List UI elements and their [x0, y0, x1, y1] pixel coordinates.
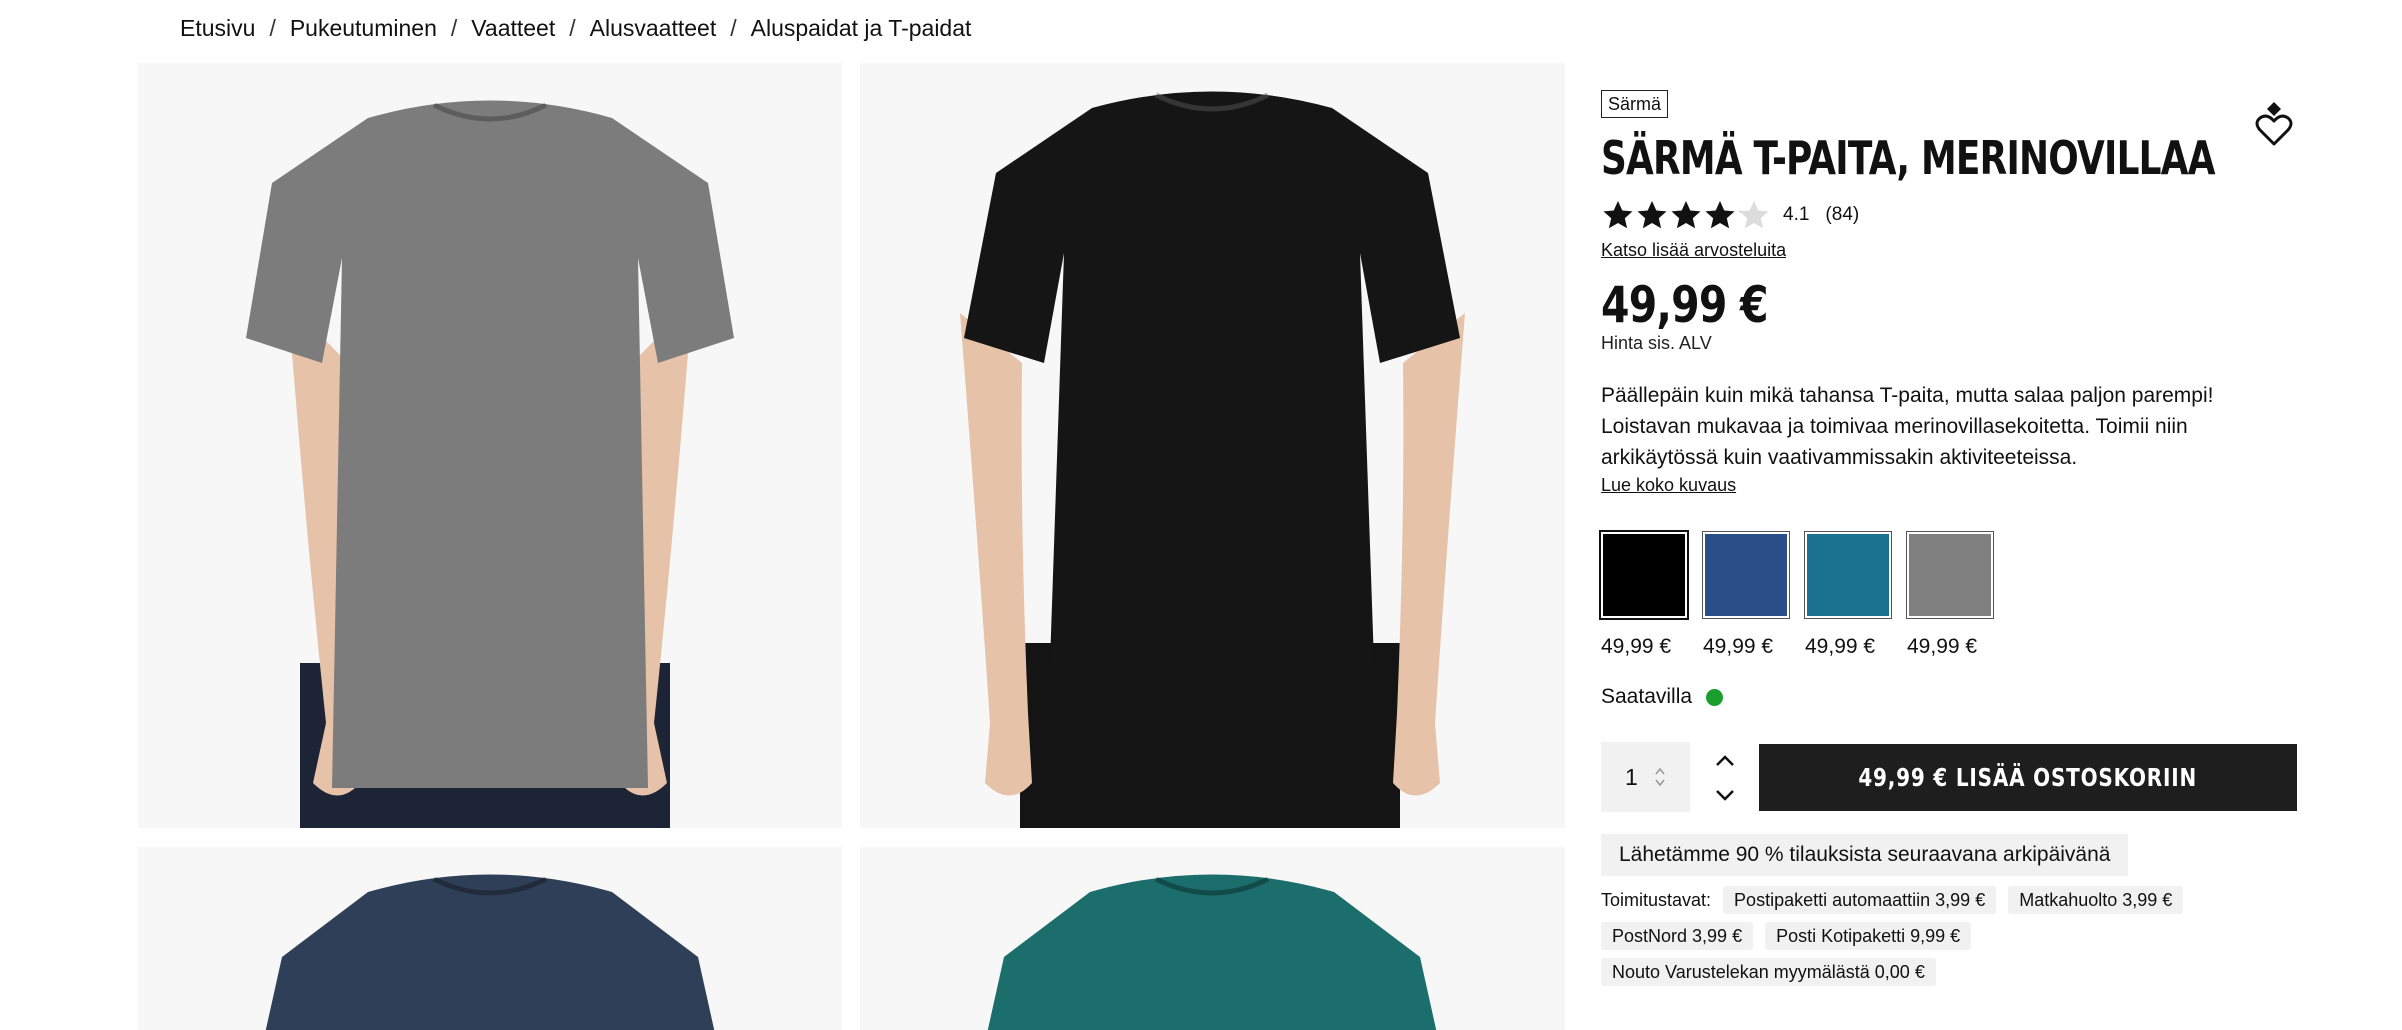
quantity-increase-button[interactable] — [1711, 748, 1739, 774]
product-price: 49,99 € — [1601, 276, 1769, 334]
chevron-down-icon — [1716, 790, 1734, 801]
delivery-methods: Toimitustavat: Postipaketti automaattiin… — [1601, 886, 2301, 994]
availability-label: Saatavilla — [1601, 685, 1693, 708]
brand-badge[interactable]: Särmä — [1601, 90, 1669, 118]
breadcrumb-home[interactable]: Etusivu — [180, 15, 255, 42]
product-description: Päällepäin kuin mikä tahansa T-paita, mu… — [1601, 384, 2214, 469]
variant-blue: 49,99 € — [1702, 531, 1790, 659]
tshirt-model-image — [960, 91, 1465, 828]
star-icon — [1603, 201, 1633, 229]
add-to-cart-button[interactable]: 49,99 € LISÄÄ OSTOSKORIIN — [1759, 744, 2297, 811]
product-image-grey[interactable] — [138, 63, 842, 828]
add-to-cart-label: 49,99 € LISÄÄ OSTOSKORIIN — [1858, 763, 2198, 792]
star-rating[interactable] — [1601, 199, 1771, 231]
delivery-row: Nouto Varustelekan myymälästä 0,00 € — [1601, 958, 2301, 986]
tshirt-model-image — [265, 874, 715, 1030]
variant-grey: 49,99 € — [1906, 531, 1994, 659]
star-icon — [1705, 201, 1735, 229]
breadcrumb-garments[interactable]: Vaatteet — [471, 15, 555, 42]
color-swatch-teal[interactable] — [1804, 531, 1892, 619]
chevron-up-icon — [1716, 755, 1734, 766]
product-info-panel: Särmä SÄRMÄ T-PAITA, MERINOVILLAA 4.1 (8… — [1599, 90, 2297, 709]
color-swatch-black[interactable] — [1599, 530, 1689, 620]
breadcrumb-tshirts[interactable]: Aluspaidat ja T-paidat — [751, 15, 972, 42]
star-icon — [1671, 201, 1701, 229]
color-variants: 49,99 € 49,99 € 49,99 € 49,99 € — [1599, 530, 2297, 659]
delivery-option: Posti Kotipaketti 9,99 € — [1765, 922, 1972, 950]
star-icon — [1637, 201, 1667, 229]
delivery-option: Matkahuolto 3,99 € — [2008, 886, 2184, 914]
breadcrumb-clothing[interactable]: Pukeutuminen — [290, 15, 437, 42]
swatch-color — [1603, 534, 1685, 616]
breadcrumb-separator: / — [269, 14, 276, 41]
delivery-option: PostNord 3,99 € — [1601, 922, 1754, 950]
quantity-decrease-button[interactable] — [1711, 782, 1739, 808]
add-to-cart-row: 1 49,99 € LISÄÄ OSTOSKORIIN — [1601, 742, 2297, 812]
product-image-navy[interactable] — [138, 847, 842, 1030]
breadcrumb-separator: / — [450, 14, 458, 41]
variant-price: 49,99 € — [1601, 635, 1672, 658]
swatch-color — [1705, 534, 1787, 616]
breadcrumb-underwear[interactable]: Alusvaatteet — [590, 15, 717, 42]
breadcrumb-separator: / — [569, 14, 576, 41]
delivery-option: Nouto Varustelekan myymälästä 0,00 € — [1601, 958, 1936, 986]
variant-black: 49,99 € — [1599, 530, 1689, 659]
breadcrumb: Etusivu / Pukeutuminen / Vaatteet / Alus… — [180, 12, 971, 44]
variant-price: 49,99 € — [1907, 635, 1978, 658]
shipping-note: Lähetämme 90 % tilauksista seuraavana ar… — [1601, 834, 2129, 876]
tshirt-model-image — [246, 100, 734, 828]
swatch-color — [1807, 534, 1889, 616]
product-image-black[interactable] — [860, 63, 1565, 828]
product-title: SÄRMÄ T-PAITA, MERINOVILLAA — [1601, 131, 2216, 185]
more-reviews-link[interactable]: Katso lisää arvosteluita — [1601, 240, 1786, 261]
spinner-icon — [1655, 767, 1665, 787]
color-swatch-grey[interactable] — [1906, 531, 1994, 619]
delivery-row: PostNord 3,99 € Posti Kotipaketti 9,99 € — [1601, 922, 2301, 950]
delivery-label: Toimitustavat: — [1601, 889, 1712, 910]
read-full-description-link[interactable]: Lue koko kuvaus — [1601, 475, 1736, 496]
swatch-color — [1909, 534, 1991, 616]
variant-teal: 49,99 € — [1804, 531, 1892, 659]
product-image-teal[interactable] — [860, 847, 1565, 1030]
variant-price: 49,99 € — [1703, 635, 1774, 658]
variant-price: 49,99 € — [1805, 635, 1876, 658]
quantity-input[interactable]: 1 — [1601, 742, 1690, 812]
breadcrumb-separator: / — [730, 14, 737, 41]
color-swatch-blue[interactable] — [1702, 531, 1790, 619]
star-icon — [1739, 201, 1769, 229]
availability-status: Saatavilla — [1601, 685, 2297, 709]
status-dot-icon — [1706, 688, 1724, 706]
vat-note: Hinta sis. ALV — [1601, 333, 1712, 353]
rating-row: 4.1 (84) — [1601, 198, 2297, 232]
rating-value: 4.1 — [1783, 204, 1810, 225]
delivery-row: Toimitustavat: Postipaketti automaattiin… — [1601, 886, 2301, 914]
delivery-option: Postipaketti automaattiin 3,99 € — [1723, 886, 1997, 914]
tshirt-model-image — [987, 874, 1437, 1030]
rating-count: (84) — [1825, 204, 1860, 225]
quantity-value: 1 — [1625, 763, 1638, 790]
